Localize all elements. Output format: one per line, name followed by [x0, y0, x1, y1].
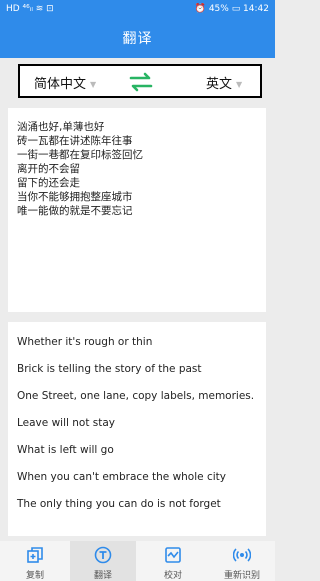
status-left: HD ⁴⁶ᵢₗ ≋ ⊡: [6, 4, 54, 14]
tab-translate[interactable]: 翻译: [70, 541, 136, 581]
result-line: When you can't embrace the whole city: [17, 471, 226, 483]
source-line: 当你不能够拥抱整座城市: [17, 191, 133, 203]
target-language-label: 英文: [206, 77, 233, 92]
tab-label: 翻译: [93, 571, 112, 581]
tab-label: 校对: [163, 571, 182, 581]
tab-label: 重新识别: [223, 571, 260, 581]
result-line: The only thing you can do is not forget: [17, 498, 221, 510]
source-line: 汹涌也好,单薄也好: [17, 121, 105, 133]
source-language-select[interactable]: 简体中文 ▼: [34, 73, 96, 92]
source-line: 砖一瓦都在讲述陈年往事: [17, 135, 133, 147]
chevron-down-icon: ▼: [90, 80, 97, 89]
source-line: 一街一巷都在复印标签回忆: [17, 149, 143, 161]
chevron-down-icon: ▼: [236, 80, 243, 89]
page-title: 翻译: [122, 31, 153, 47]
source-text-area[interactable]: 汹涌也好,单薄也好 砖一瓦都在讲述陈年往事 一街一巷都在复印标签回忆 离开的不会…: [8, 108, 266, 312]
app-header: HD ⁴⁶ᵢₗ ≋ ⊡ ⏰ 45% ▭ 14:42 翻译: [0, 0, 275, 58]
language-selector-bar: 简体中文 ▼ 英文 ▼: [18, 64, 262, 98]
source-line: 唯一能做的就是不要忘记: [17, 205, 133, 217]
swap-arrows-icon[interactable]: [128, 69, 154, 95]
status-right: ⏰ 45% ▭ 14:42: [194, 4, 269, 14]
rescan-icon: [233, 548, 251, 562]
tab-copy[interactable]: 复制: [2, 541, 68, 581]
source-line: 留下的还会走: [17, 177, 80, 189]
translation-result-area[interactable]: Whether it's rough or thin Brick is tell…: [8, 322, 266, 536]
result-line: One Street, one lane, copy labels, memor…: [17, 390, 255, 402]
source-language-label: 简体中文: [34, 77, 87, 92]
result-line: Brick is telling the story of the past: [17, 363, 202, 375]
target-language-select[interactable]: 英文 ▼: [206, 73, 242, 92]
translate-icon: [94, 546, 112, 564]
result-line: Whether it's rough or thin: [17, 336, 153, 348]
tab-rescan[interactable]: 重新识别: [209, 541, 275, 581]
bottom-tab-bar: 复制 翻译 校对 重新识别: [0, 541, 275, 581]
tab-label: 复制: [25, 571, 44, 581]
source-line: 离开的不会留: [17, 163, 80, 175]
result-line: What is left will go: [17, 444, 114, 456]
status-bar: HD ⁴⁶ᵢₗ ≋ ⊡ ⏰ 45% ▭ 14:42: [0, 0, 275, 18]
tab-proofread[interactable]: 校对: [140, 541, 206, 581]
copy-icon: [27, 547, 43, 563]
result-line: Leave will not stay: [17, 417, 116, 429]
proofread-icon: [165, 547, 181, 563]
